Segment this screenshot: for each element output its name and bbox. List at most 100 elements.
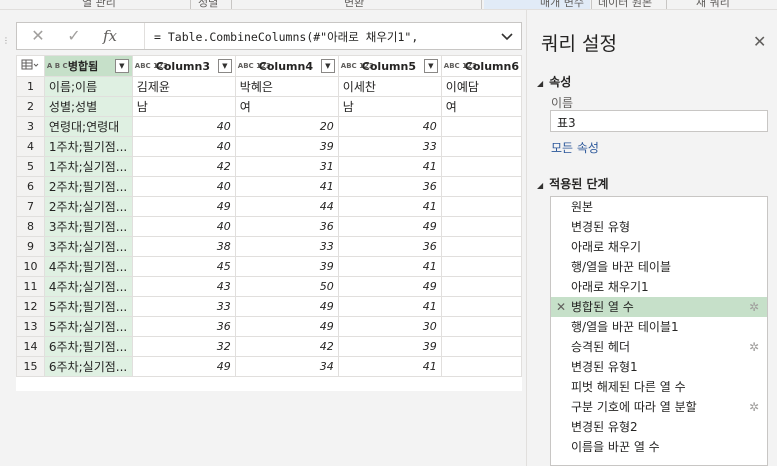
table-cell[interactable]: 40 — [337, 116, 442, 137]
table-cell[interactable] — [440, 336, 522, 357]
table-cell[interactable]: 49 — [234, 296, 339, 317]
table-cell[interactable]: 박혜은 — [234, 76, 339, 97]
table-cell[interactable]: 39 — [337, 336, 442, 357]
applied-step[interactable]: 행/열을 바꾼 테이블1 — [551, 317, 767, 337]
table-cell[interactable]: 33 — [337, 136, 442, 157]
table-cell[interactable]: 40 — [131, 116, 236, 137]
table-cell[interactable] — [440, 276, 522, 297]
table-cell[interactable]: 31 — [234, 156, 339, 177]
row-number[interactable]: 14 — [16, 336, 45, 357]
merged-cell[interactable]: 1주차;실기점... — [43, 156, 133, 177]
applied-step[interactable]: 변경된 유형 — [551, 217, 767, 237]
table-cell[interactable] — [440, 156, 522, 177]
applied-steps-section-header[interactable]: ◢ 적용된 단계 — [537, 175, 609, 192]
gear-icon[interactable]: ✲ — [749, 337, 759, 357]
table-cell[interactable]: 32 — [131, 336, 236, 357]
column-header-column3[interactable]: ABC 123Column3 ▼ — [131, 55, 236, 77]
row-number[interactable]: 13 — [16, 316, 45, 337]
merged-cell[interactable]: 4주차;필기점... — [43, 256, 133, 277]
table-cell[interactable]: 44 — [234, 196, 339, 217]
table-cell[interactable]: 49 — [337, 276, 442, 297]
table-cell[interactable]: 39 — [234, 256, 339, 277]
merged-cell[interactable]: 이름;이름 — [43, 76, 133, 97]
table-cell[interactable] — [440, 236, 522, 257]
table-cell[interactable] — [440, 136, 522, 157]
table-cell[interactable]: 34 — [234, 356, 339, 377]
merged-cell[interactable]: 5주차;필기점... — [43, 296, 133, 317]
applied-step[interactable]: 변경된 유형1 — [551, 357, 767, 377]
ribbon-item-parameters[interactable]: 매개 변수 — [484, 0, 590, 9]
merged-cell[interactable]: 2주차;실기점... — [43, 196, 133, 217]
table-cell[interactable]: 42 — [234, 336, 339, 357]
table-cell[interactable]: 41 — [337, 296, 442, 317]
row-number[interactable]: 3 — [16, 116, 45, 137]
table-cell[interactable]: 36 — [337, 236, 442, 257]
formula-input[interactable]: = Table.CombineColumns(#"아래로 채우기1", — [154, 29, 418, 45]
table-cell[interactable]: 40 — [131, 136, 236, 157]
table-cell[interactable]: 남 — [337, 96, 442, 117]
ribbon-item-new-query[interactable]: 새 쿼리 — [696, 0, 730, 9]
filter-dropdown-icon[interactable]: ▼ — [217, 59, 232, 73]
table-cell[interactable]: 43 — [131, 276, 236, 297]
row-number[interactable]: 9 — [16, 236, 45, 257]
merged-cell[interactable]: 6주차;실기점... — [43, 356, 133, 377]
gear-icon[interactable]: ✲ — [749, 397, 759, 417]
row-number[interactable]: 5 — [16, 156, 45, 177]
table-cell[interactable]: 20 — [234, 116, 339, 137]
applied-step[interactable]: 변경된 유형2 — [551, 417, 767, 437]
chevron-down-icon[interactable] — [499, 27, 515, 45]
ribbon-item-sort[interactable]: 정렬 — [198, 0, 218, 9]
text-type-icon[interactable]: A B C — [47, 62, 68, 70]
row-number[interactable]: 7 — [16, 196, 45, 217]
filter-dropdown-icon[interactable]: ▼ — [114, 59, 129, 73]
filter-dropdown-icon[interactable]: ▼ — [320, 59, 335, 73]
row-number[interactable]: 11 — [16, 276, 45, 297]
column-header-column5[interactable]: ABC 123Column5 ▼ — [337, 55, 442, 77]
properties-section-header[interactable]: ◢ 속성 — [537, 73, 571, 90]
table-cell[interactable]: 49 — [131, 196, 236, 217]
applied-step[interactable]: 이름을 바꾼 열 수 — [551, 437, 767, 457]
ribbon-item-data-source[interactable]: 데이터 원본 — [598, 0, 652, 9]
row-number[interactable]: 2 — [16, 96, 45, 117]
table-cell[interactable]: 49 — [234, 316, 339, 337]
ribbon-item-transform[interactable]: 변환 — [344, 0, 364, 9]
check-icon[interactable]: ✓ — [59, 26, 89, 46]
row-number[interactable]: 1 — [16, 76, 45, 97]
table-cell[interactable]: 40 — [131, 176, 236, 197]
row-number[interactable]: 4 — [16, 136, 45, 157]
table-cell[interactable]: 41 — [337, 156, 442, 177]
table-cell[interactable]: 33 — [234, 236, 339, 257]
table-cell[interactable]: 36 — [131, 316, 236, 337]
table-cell[interactable]: 36 — [234, 216, 339, 237]
applied-step[interactable]: 피벗 해제된 다른 열 수 — [551, 377, 767, 397]
table-cell[interactable]: 36 — [337, 176, 442, 197]
table-cell[interactable]: 남 — [131, 96, 236, 117]
column-header-merged[interactable]: A B C병합됨 ▼ — [43, 55, 133, 77]
delete-step-icon[interactable]: ✕ — [556, 297, 566, 317]
applied-step[interactable]: 아래로 채우기 — [551, 237, 767, 257]
merged-cell[interactable]: 2주차;필기점... — [43, 176, 133, 197]
any-type-icon[interactable]: ABC 123 — [341, 62, 374, 70]
merged-cell[interactable]: 성별;성별 — [43, 96, 133, 117]
table-cell[interactable]: 30 — [337, 316, 442, 337]
table-cell[interactable] — [440, 176, 522, 197]
table-cell[interactable]: 41 — [234, 176, 339, 197]
table-cell[interactable]: 45 — [131, 256, 236, 277]
merged-cell[interactable]: 연령대;연령대 — [43, 116, 133, 137]
gear-icon[interactable]: ✲ — [749, 297, 759, 317]
table-cell[interactable]: 41 — [337, 356, 442, 377]
query-name-input[interactable]: 표3 — [550, 110, 768, 132]
table-cell[interactable]: 42 — [131, 156, 236, 177]
all-properties-link[interactable]: 모든 속성 — [551, 139, 599, 156]
any-type-icon[interactable]: ABC 123 — [238, 62, 271, 70]
table-cell[interactable]: 여 — [440, 96, 522, 117]
table-cell[interactable]: 33 — [131, 296, 236, 317]
row-number[interactable]: 10 — [16, 256, 45, 277]
table-cell[interactable]: 41 — [337, 256, 442, 277]
table-cell[interactable]: 39 — [234, 136, 339, 157]
applied-step[interactable]: 아래로 채우기1 — [551, 277, 767, 297]
table-cell[interactable]: 41 — [337, 196, 442, 217]
column-header-column6[interactable]: ABC 123Column6 — [440, 55, 522, 77]
table-cell[interactable] — [440, 316, 522, 337]
table-cell[interactable] — [440, 196, 522, 217]
